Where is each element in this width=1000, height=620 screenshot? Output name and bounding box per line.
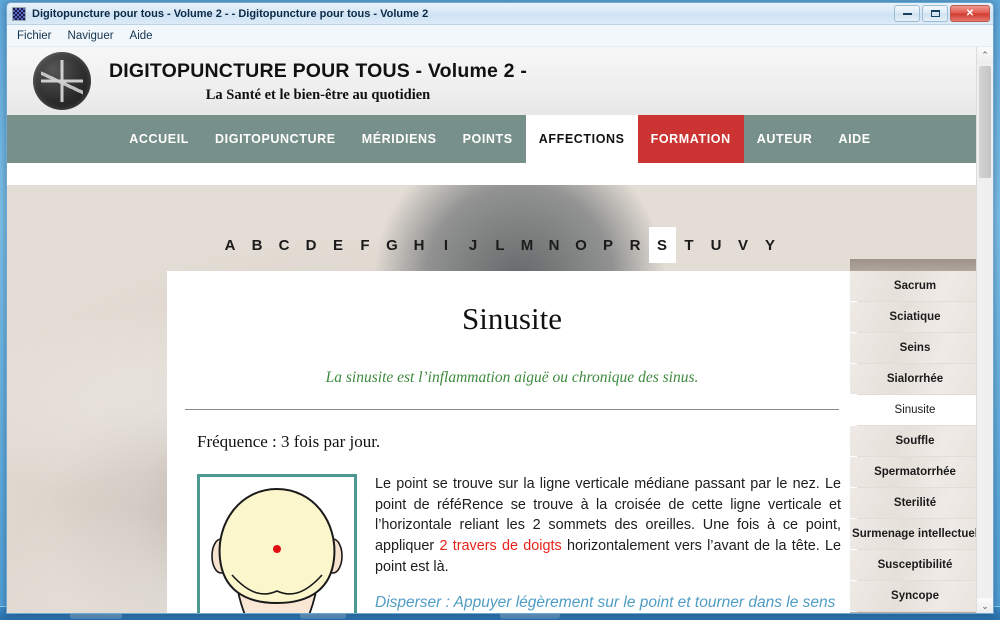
maximize-button[interactable] [922,5,948,22]
alphabet-letter-n[interactable]: N [541,227,568,263]
disperse-instruction-text: Disperser : Appuyer légèrement sur le po… [375,593,836,611]
chinese-seal-logo-icon [33,52,91,110]
alphabet-index: ABCDEFGHIJLMNOPRSTUVY [7,227,993,263]
alphabet-letter-t[interactable]: T [676,227,703,263]
sidebar-item-surmenage-intellectuel[interactable]: Surmenage intellectuel [850,519,980,549]
main-navigation: ACCUEIL DIGITOPUNCTURE MÉRIDIENS POINTS … [7,115,993,163]
affections-sidebar-list: Sacrum Sciatique Seins Sialorrhée Sinusite So… [850,271,980,613]
alphabet-letter-v[interactable]: V [730,227,757,263]
window-controls: ✕ [894,5,990,22]
nav-item-digitopuncture[interactable]: DIGITOPUNCTURE [202,115,349,163]
title-bar: Digitopuncture pour tous - Volume 2 - - … [7,3,993,25]
alphabet-letter-f[interactable]: F [352,227,379,263]
nav-item-auteur[interactable]: AUTEUR [744,115,826,163]
alphabet-letter-d[interactable]: D [298,227,325,263]
sidebar-item-syncope[interactable]: Syncope [850,581,980,611]
acupressure-point-marker [273,545,281,553]
minimize-button[interactable] [894,5,920,22]
menu-item-fichier[interactable]: Fichier [17,30,52,42]
alphabet-letter-h[interactable]: H [406,227,433,263]
head-diagram-svg [211,487,343,613]
instructions-highlight: 2 travers de doigts [439,538,562,555]
sidebar-item-sterilit-[interactable]: Sterilité [850,488,980,518]
alphabet-letter-l[interactable]: L [487,227,514,263]
alphabet-letter-g[interactable]: G [379,227,406,263]
alphabet-letter-a[interactable]: A [217,227,244,263]
alphabet-letter-u[interactable]: U [703,227,730,263]
scroll-up-button[interactable]: ⌃ [977,47,993,64]
window-title: Digitopuncture pour tous - Volume 2 - - … [32,7,429,20]
app-icon [12,6,26,21]
alphabet-letter-y[interactable]: Y [757,227,784,263]
sidebar-item-sacrum[interactable]: Sacrum [850,271,980,301]
sidebar-item-sciatique[interactable]: Sciatique [850,302,980,332]
close-button[interactable]: ✕ [950,5,990,22]
application-window: Digitopuncture pour tous - Volume 2 - - … [6,2,994,614]
alphabet-letter-o[interactable]: O [568,227,595,263]
alphabet-letter-e[interactable]: E [325,227,352,263]
alphabet-letter-s[interactable]: S [648,227,676,263]
sidebar-filler [850,612,980,613]
scroll-down-button[interactable]: ⌄ [977,598,993,613]
alphabet-letter-j[interactable]: J [460,227,487,263]
alphabet-letter-m[interactable]: M [514,227,541,263]
frequency-text: Fréquence : 3 fois par jour. [197,432,381,451]
sidebar-item-spermatorrh-e[interactable]: Spermatorrhée [850,457,980,487]
vertical-scrollbar[interactable]: ⌃ ⌄ [976,47,993,613]
nav-item-points[interactable]: POINTS [450,115,526,163]
sidebar-item-souffle[interactable]: Souffle [850,426,980,456]
page-title: DIGITOPUNCTURE POUR TOUS - Volume 2 - [109,60,528,82]
article-subtitle: La sinusite est l’inflammation aiguë ou … [325,369,699,386]
sidebar-item-sialorrh-e[interactable]: Sialorrhée [850,364,980,394]
alphabet-letter-i[interactable]: I [433,227,460,263]
instructions-text: Le point se trouve sur la ligne vertical… [375,474,841,578]
page-subtitle: La Santé et le bien-être au quotidien [205,87,431,103]
menu-item-naviguer[interactable]: Naviguer [68,30,114,42]
article-body: Le point se trouve sur la ligne vertical… [197,474,841,613]
site-title-block: DIGITOPUNCTURE POUR TOUS - Volume 2 - La… [109,60,527,104]
nav-item-accueil[interactable]: ACCUEIL [116,115,202,163]
scrollbar-thumb[interactable] [979,66,991,178]
alphabet-letter-c[interactable]: C [271,227,298,263]
divider [185,409,839,410]
sidebar-cap [850,259,980,271]
sidebar-item-susceptibilit-[interactable]: Susceptibilité [850,550,980,580]
nav-item-meridiens[interactable]: MÉRIDIENS [349,115,450,163]
browser-client-area: DIGITOPUNCTURE POUR TOUS - Volume 2 - La… [7,47,993,613]
menu-bar: Fichier Naviguer Aide [7,25,993,47]
alphabet-letter-r[interactable]: R [622,227,649,263]
instructions-block: Le point se trouve sur la ligne vertical… [375,474,841,613]
nav-item-formation[interactable]: FORMATION [637,115,744,163]
menu-item-aide[interactable]: Aide [130,30,153,42]
nav-item-affections[interactable]: AFFECTIONS [525,115,638,163]
nav-item-aide[interactable]: AIDE [825,115,883,163]
article-card: Sinusite La sinusite est l’inflammation … [167,271,857,613]
sidebar-item-seins[interactable]: Seins [850,333,980,363]
site-header: DIGITOPUNCTURE POUR TOUS - Volume 2 - La… [7,47,993,115]
article-title: Sinusite [462,301,562,336]
sidebar-item-sinusite[interactable]: Sinusite [850,395,980,425]
alphabet-letter-b[interactable]: B [244,227,271,263]
alphabet-letter-p[interactable]: P [595,227,622,263]
head-top-view-diagram [197,474,357,613]
